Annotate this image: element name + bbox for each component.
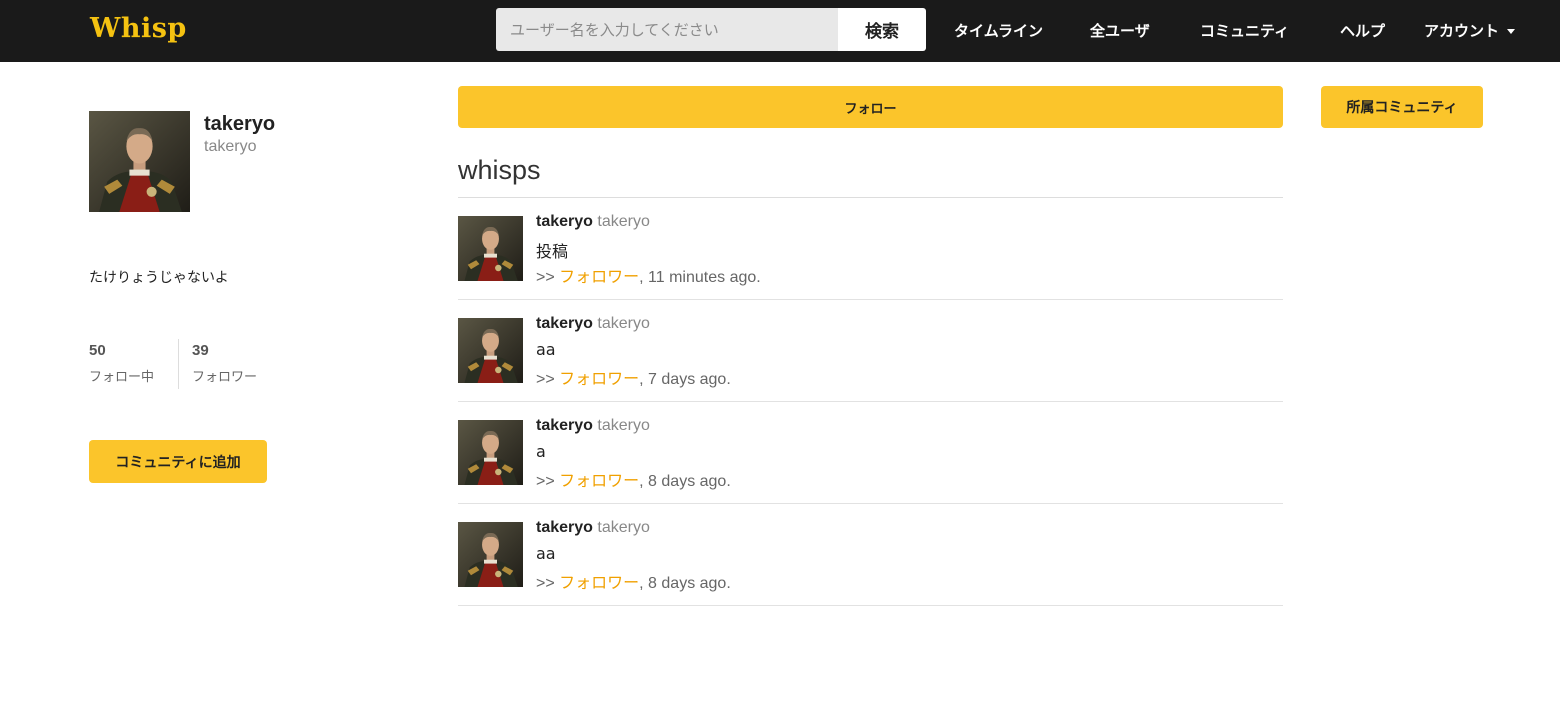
post-author[interactable]: takeryo	[536, 315, 593, 332]
communities-button[interactable]: 所属コミュニティ	[1321, 86, 1483, 128]
post-followers-link[interactable]: フォロワー	[559, 573, 639, 592]
nav-help[interactable]: ヘルプ	[1340, 20, 1385, 41]
post-body: 投稿	[536, 242, 569, 261]
nav-all-users[interactable]: 全ユーザ	[1090, 20, 1150, 41]
post-avatar[interactable]	[458, 522, 523, 587]
post-body: a	[536, 442, 546, 461]
post-meta: >> フォロワー, 8 days ago.	[536, 569, 731, 593]
top-navbar: Whisp 検索 タイムライン 全ユーザ コミュニティ ヘルプ アカウント	[0, 0, 1560, 62]
post-timestamp: , 11 minutes ago.	[639, 269, 761, 286]
profile-name: takeryo	[204, 113, 276, 135]
list-item: takeryo takeryo aa >> フォロワー, 7 days ago.	[458, 300, 1283, 402]
post-handle: takeryo	[597, 417, 650, 434]
followers-count: 39	[192, 342, 209, 359]
nav-account-menu[interactable]: アカウント	[1424, 20, 1516, 41]
post-handle: takeryo	[597, 213, 650, 230]
post-timestamp: , 8 days ago.	[639, 575, 731, 592]
search-button[interactable]: 検索	[838, 8, 926, 51]
post-author[interactable]: takeryo	[536, 213, 593, 230]
post-body: aa	[536, 544, 556, 563]
caret-down-icon	[1507, 29, 1516, 34]
follow-button[interactable]: フォロー	[458, 86, 1283, 128]
post-header: takeryo takeryo	[536, 315, 650, 333]
post-meta-prefix: >>	[536, 269, 560, 286]
post-meta-prefix: >>	[536, 371, 560, 388]
followers-stat[interactable]: 39 フォロワー	[192, 342, 257, 385]
post-header: takeryo takeryo	[536, 519, 650, 537]
stat-divider	[178, 339, 179, 389]
followers-label: フォロワー	[192, 370, 258, 385]
post-avatar[interactable]	[458, 420, 523, 485]
feed-title: whisps	[458, 155, 541, 185]
following-count: 50	[89, 342, 106, 359]
profile-avatar	[89, 111, 190, 212]
post-meta: >> フォロワー, 7 days ago.	[536, 365, 731, 389]
add-to-community-button[interactable]: コミュニティに追加	[89, 440, 267, 483]
post-header: takeryo takeryo	[536, 213, 650, 231]
post-followers-link[interactable]: フォロワー	[559, 369, 639, 388]
brand-logo[interactable]: Whisp	[90, 13, 187, 44]
post-meta-prefix: >>	[536, 473, 560, 490]
post-followers-link[interactable]: フォロワー	[559, 471, 639, 490]
post-author[interactable]: takeryo	[536, 519, 593, 536]
nav-timeline[interactable]: タイムライン	[954, 20, 1043, 41]
profile-bio: たけりょうじゃないよ	[89, 270, 229, 286]
post-timestamp: , 8 days ago.	[639, 473, 731, 490]
search-input[interactable]	[496, 8, 838, 51]
post-avatar[interactable]	[458, 216, 523, 281]
list-item: takeryo takeryo a >> フォロワー, 8 days ago.	[458, 402, 1283, 504]
profile-handle: takeryo	[204, 138, 257, 155]
post-meta: >> フォロワー, 11 minutes ago.	[536, 263, 761, 287]
post-header: takeryo takeryo	[536, 417, 650, 435]
following-stat[interactable]: 50 フォロー中	[89, 342, 154, 385]
post-timestamp: , 7 days ago.	[639, 371, 731, 388]
post-body: aa	[536, 340, 556, 359]
nav-community[interactable]: コミュニティ	[1200, 20, 1289, 41]
list-item: takeryo takeryo 投稿 >> フォロワー, 11 minutes …	[458, 198, 1283, 300]
nav-account-label: アカウント	[1424, 22, 1500, 40]
list-item: takeryo takeryo aa >> フォロワー, 8 days ago.	[458, 504, 1283, 606]
post-handle: takeryo	[597, 519, 650, 536]
post-avatar[interactable]	[458, 318, 523, 383]
following-label: フォロー中	[89, 370, 155, 385]
post-handle: takeryo	[597, 315, 650, 332]
post-meta-prefix: >>	[536, 575, 560, 592]
post-meta: >> フォロワー, 8 days ago.	[536, 467, 731, 491]
post-author[interactable]: takeryo	[536, 417, 593, 434]
post-followers-link[interactable]: フォロワー	[559, 267, 639, 286]
